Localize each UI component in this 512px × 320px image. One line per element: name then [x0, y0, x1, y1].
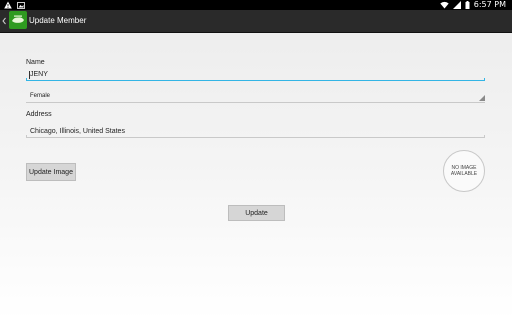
page-title: Update Member: [29, 16, 87, 25]
status-right: 6:57 PM: [440, 0, 506, 10]
app-logo-icon[interactable]: [9, 11, 27, 29]
address-field-underline: [26, 137, 485, 138]
photo-placeholder[interactable]: NO IMAGE AVAILABLE: [443, 150, 485, 192]
address-field[interactable]: Chicago, Illinois, United States: [30, 128, 125, 135]
wifi-icon: [440, 1, 449, 9]
name-field-tick-left: [26, 78, 27, 81]
status-left: [4, 0, 25, 10]
gender-spinner[interactable]: Female: [30, 93, 50, 99]
text-cursor: [29, 71, 30, 79]
address-field-tick-right: [484, 135, 485, 138]
gender-spinner-underline: [26, 102, 485, 103]
status-bar: 6:57 PM: [0, 0, 512, 10]
action-bar: Update Member: [0, 10, 512, 33]
dropdown-arrow-icon[interactable]: [479, 95, 485, 101]
no-image-line2: AVAILABLE: [450, 171, 478, 177]
name-field[interactable]: JENY: [30, 71, 48, 78]
address-label: Address: [26, 111, 52, 118]
name-field-tick-right: [484, 78, 485, 81]
warning-icon: [4, 1, 12, 9]
name-label: Name: [26, 59, 45, 66]
image-icon: [17, 1, 25, 9]
update-button[interactable]: Update: [228, 205, 285, 221]
name-field-underline: [26, 80, 485, 81]
address-field-tick-left: [26, 135, 27, 138]
status-time: 6:57 PM: [473, 0, 506, 9]
update-image-button[interactable]: Update Image: [26, 163, 76, 181]
battery-icon: [465, 1, 470, 9]
chevron-left-icon[interactable]: [1, 14, 7, 28]
signal-icon: [452, 1, 461, 9]
